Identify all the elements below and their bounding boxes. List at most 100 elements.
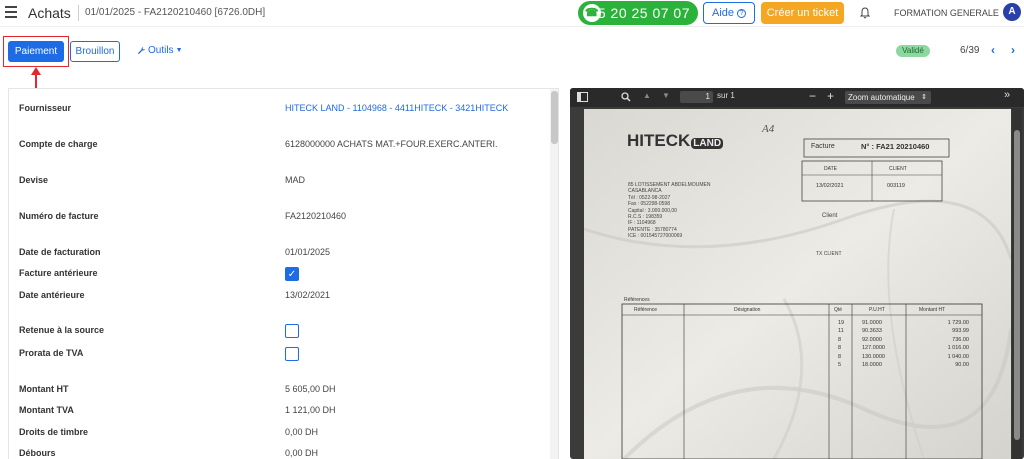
prorata-tva-checkbox[interactable] — [285, 347, 299, 361]
retenue-source-checkbox[interactable] — [285, 324, 299, 338]
wrench-icon — [137, 46, 146, 55]
bell-icon[interactable] — [860, 7, 870, 19]
unit-price-cell: 127.0000 — [862, 345, 885, 352]
zoom-value: Zoom automatique — [848, 93, 915, 102]
amount-column: 1 729.00 993.99 736.00 1 016.00 1 040.00… — [929, 319, 969, 369]
amount-cell: 1 729.00 — [947, 320, 969, 326]
document-reference: 01/01/2025 - FA2120210460 [6726.0DH] — [85, 7, 266, 18]
devise-value[interactable]: MAD — [285, 175, 305, 185]
date-anterieure-value[interactable]: 13/02/2021 — [285, 290, 330, 300]
question-icon: ? — [737, 8, 747, 18]
numero-facture-value[interactable]: FA2120210460 — [285, 211, 346, 221]
table-header: Désignation — [734, 307, 761, 313]
references-label: Références — [624, 297, 650, 303]
brouillon-button[interactable]: Brouillon — [70, 41, 120, 62]
amount-cell: 736.00 — [952, 336, 969, 343]
unit-price-cell: 90.3633 — [862, 328, 882, 335]
facture-anterieure-checkbox[interactable]: ✓ — [285, 267, 299, 281]
paiement-button[interactable]: Paiement — [8, 41, 64, 62]
supplier-address: 85 LOTISSEMENT ABDELMOUMEN CASABLANCA Té… — [628, 182, 710, 240]
debours-label: Débours — [19, 448, 56, 458]
qty-cell: 8 — [838, 345, 842, 352]
caret-down-icon: ▼ — [175, 47, 183, 54]
status-badge: Validé — [896, 45, 930, 57]
amount-cell: 1 040.00 — [947, 353, 969, 360]
pdf-toolbar: ▲ ▼ 1 sur 1 − + Zoom automatique ⇕ » — [570, 88, 1024, 107]
help-label: Aide — [711, 7, 735, 19]
date-facturation-value[interactable]: 01/01/2025 — [285, 247, 330, 257]
page-title: Achats — [28, 5, 71, 21]
qty-cell: 8 — [838, 353, 842, 360]
devise-label: Devise — [19, 175, 49, 185]
fournisseur-label: Fournisseur — [19, 103, 72, 113]
sidebar-toggle-icon[interactable] — [577, 92, 588, 102]
qty-cell: 5 — [838, 362, 842, 369]
outils-dropdown[interactable]: Outils ▼ — [137, 45, 183, 56]
table-header: Montant HT — [919, 307, 946, 313]
fournisseur-value[interactable]: HITECK LAND - 1104968 - 4411HITECK - 342… — [285, 103, 508, 113]
date-value: 13/02/2021 — [816, 183, 844, 189]
support-phone-button[interactable]: ☎ 05 20 25 07 07 — [578, 1, 698, 25]
debours-value[interactable]: 0,00 DH — [285, 448, 318, 458]
brand-suffix: LAND — [691, 138, 724, 149]
montant-ht-label: Montant HT — [19, 384, 69, 394]
zoom-in-icon[interactable]: + — [827, 89, 834, 103]
unit-price-cell: 91.0000 — [862, 320, 882, 326]
zoom-out-icon[interactable]: − — [809, 89, 816, 103]
montant-tva-value[interactable]: 1 121,00 DH — [285, 405, 336, 415]
page-total: sur 1 — [717, 91, 735, 100]
avatar[interactable]: A — [1003, 3, 1021, 21]
hamburger-icon[interactable] — [5, 6, 17, 18]
address-line: ICE : 001545727000069 — [628, 233, 683, 240]
form-scrollbar[interactable] — [550, 89, 558, 459]
droits-timbre-value[interactable]: 0,00 DH — [285, 427, 318, 437]
facture-label: Facture — [811, 143, 835, 150]
date-facturation-label: Date de facturation — [19, 247, 101, 257]
zoom-select[interactable]: Zoom automatique ⇕ — [845, 91, 931, 104]
form-scrollbar-thumb[interactable] — [551, 91, 558, 144]
top-bar: Achats 01/01/2025 - FA2120210460 [6726.0… — [0, 0, 1024, 27]
search-icon[interactable] — [621, 92, 631, 102]
scanned-invoice-image — [584, 109, 1011, 459]
arrow-down-icon[interactable]: ▼ — [662, 91, 670, 100]
headset-icon: ☎ — [583, 4, 601, 22]
amount-cell: 90.00 — [955, 362, 969, 369]
scanned-invoice-page: HITECK LAND A4 Facture N° : FA21 20210460… — [584, 109, 1011, 459]
pdf-scrollbar-thumb[interactable] — [1014, 130, 1020, 440]
invoice-form: Fournisseur HITECK LAND - 1104968 - 4411… — [8, 88, 559, 459]
client-header: CLIENT — [889, 166, 907, 172]
qty-cell: 8 — [838, 336, 842, 343]
compte-charge-value[interactable]: 6128000000 ACHATS MAT.+FOUR.EXERC.ANTERI… — [285, 139, 498, 149]
pdf-viewer: ▲ ▼ 1 sur 1 − + Zoom automatique ⇕ » HIT… — [570, 88, 1024, 459]
chevron-left-icon[interactable]: ‹ — [991, 43, 995, 57]
numero-facture-label: Numéro de facture — [19, 211, 99, 221]
handwritten-code: A4 — [762, 123, 775, 135]
montant-tva-label: Montant TVA — [19, 405, 74, 415]
unit-price-column: 91.0000 90.3633 92.0000 127.0000 130.000… — [862, 319, 885, 369]
pager-count: 6/39 — [960, 45, 980, 56]
create-ticket-button[interactable]: Créer un ticket — [761, 2, 844, 24]
facture-number: N° : FA21 20210460 — [861, 142, 930, 151]
outils-label: Outils — [148, 45, 174, 56]
chevron-right-icon[interactable]: › — [1011, 43, 1015, 57]
facture-anterieure-label: Facture antérieure — [19, 268, 98, 278]
qty-cell: 19 — [838, 320, 845, 326]
client-label: Client — [822, 213, 838, 219]
help-button[interactable]: Aide ? — [703, 2, 755, 24]
table-header: P.U.HT — [869, 307, 885, 313]
arrow-up-icon[interactable]: ▲ — [643, 91, 651, 100]
date-header: DATE — [824, 166, 837, 172]
updown-icon: ⇕ — [921, 94, 927, 101]
prorata-tva-label: Prorata de TVA — [19, 348, 84, 358]
montant-ht-value[interactable]: 5 605,00 DH — [285, 384, 336, 394]
double-chevron-right-icon[interactable]: » — [1004, 89, 1010, 101]
company-name[interactable]: FORMATION GENERALE — [894, 8, 999, 18]
amount-cell: 1 016.00 — [947, 345, 969, 352]
divider — [78, 5, 79, 21]
unit-price-cell: 130.0000 — [862, 353, 885, 360]
qty-cell: 11 — [838, 328, 844, 335]
page-number-input[interactable]: 1 — [680, 91, 713, 103]
date-anterieure-label: Date antérieure — [19, 290, 85, 300]
amount-cell: 993.99 — [952, 328, 969, 335]
support-phone-number: 05 20 25 07 07 — [589, 5, 690, 21]
